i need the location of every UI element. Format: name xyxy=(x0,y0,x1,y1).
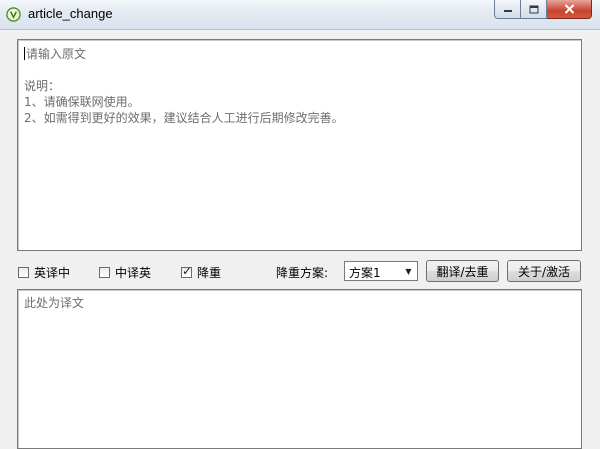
maximize-button[interactable] xyxy=(521,0,547,19)
checkbox-box: ✓ xyxy=(181,264,193,278)
source-text-content: 请输入原文 说明： 1、请确保联网使用。 2、如需得到更好的效果，建议结合人工进… xyxy=(24,46,575,126)
note-line-2: 2、如需得到更好的效果，建议结合人工进行后期修改完善。 xyxy=(24,111,344,125)
zh-to-en-label: 中译英 xyxy=(115,266,152,280)
options-bar: 英译中 中译英 ✓ 降重 降重方案: 方案1 ▼ 翻译/去重 关于/激活 xyxy=(0,258,600,286)
close-icon xyxy=(564,4,574,14)
about-activate-button[interactable]: 关于/激活 xyxy=(507,260,581,282)
window-title: article_change xyxy=(28,6,113,21)
app-window: article_change 请输入原文 说明： 1、请确保联网使用。 2、如需… xyxy=(0,0,600,449)
note-line-1: 1、请确保联网使用。 xyxy=(24,95,140,109)
translate-button[interactable]: 翻译/去重 xyxy=(426,260,499,282)
zh-to-en-checkbox[interactable]: 中译英 xyxy=(99,264,151,281)
window-controls xyxy=(494,0,592,20)
scheme-selected-value: 方案1 xyxy=(349,266,381,280)
en-to-zh-label: 英译中 xyxy=(34,266,71,280)
scheme-label: 降重方案: xyxy=(276,266,329,280)
scheme-select[interactable]: 方案1 ▼ xyxy=(344,261,418,281)
output-placeholder: 此处为译文 xyxy=(24,296,85,310)
en-to-zh-checkbox[interactable]: 英译中 xyxy=(18,264,70,281)
dedupe-label: 降重 xyxy=(197,266,222,280)
text-caret xyxy=(24,47,25,60)
checkbox-box xyxy=(18,267,29,278)
title-bar[interactable]: article_change xyxy=(0,0,600,30)
note-heading: 说明： xyxy=(24,79,61,93)
checkmark-icon: ✓ xyxy=(182,264,193,278)
minimize-button[interactable] xyxy=(494,0,521,19)
maximize-icon xyxy=(529,5,538,13)
minimize-icon xyxy=(503,10,512,12)
app-leaf-icon xyxy=(6,7,21,22)
close-button[interactable] xyxy=(547,0,592,19)
checkbox-box xyxy=(99,267,110,278)
source-text-area[interactable]: 请输入原文 说明： 1、请确保联网使用。 2、如需得到更好的效果，建议结合人工进… xyxy=(17,39,582,251)
source-placeholder: 请输入原文 xyxy=(26,47,87,61)
chevron-down-icon[interactable]: ▼ xyxy=(401,263,416,279)
dedupe-checkbox[interactable]: ✓ 降重 xyxy=(181,264,221,281)
output-text-area[interactable]: 此处为译文 xyxy=(17,289,582,449)
